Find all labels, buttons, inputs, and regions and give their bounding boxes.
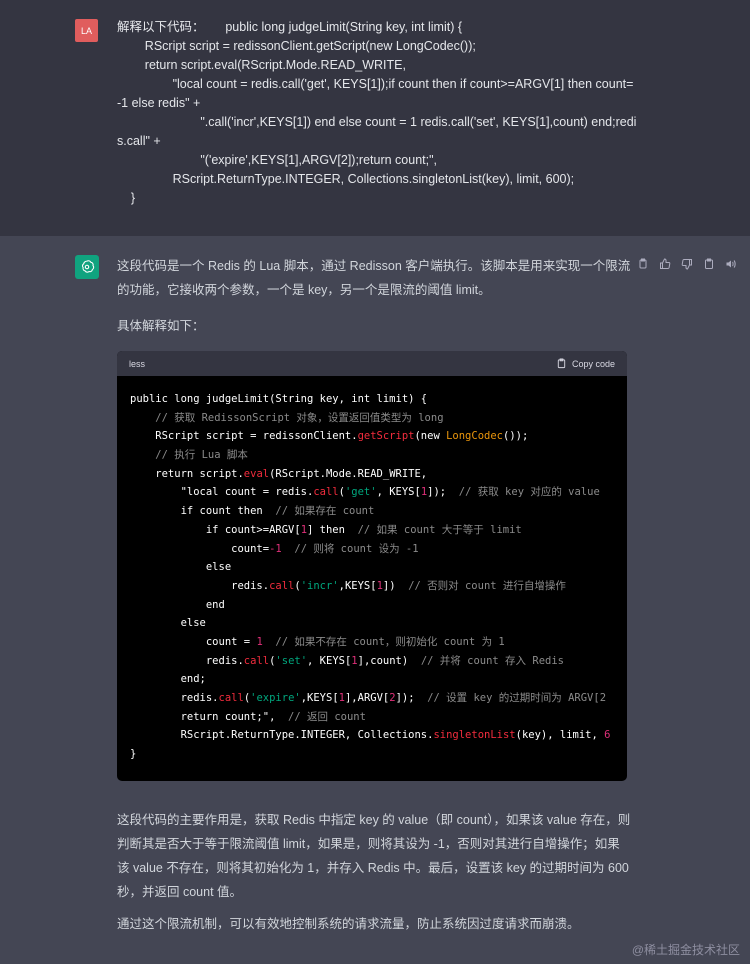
watermark: @稀土掘金技术社区 <box>631 943 740 957</box>
thumbs-down-icon[interactable] <box>679 256 694 271</box>
copy-code-label: Copy code <box>571 358 615 369</box>
response-detail-heading: 具体解释如下： <box>117 319 205 333</box>
thumbs-up-icon[interactable] <box>657 256 672 271</box>
code-line: redis.call('incr',KEYS[1]) // 否则对 count … <box>130 579 566 592</box>
assistant-message: 这段代码是一个 Redis 的 Lua 脚本，通过 Redisson 客户端执行… <box>0 236 750 964</box>
response-conclusion: 通过这个限流机制，可以有效地控制系统的请求流量，防止系统因过度请求而崩溃。 <box>117 917 580 931</box>
user-avatar-initials: LA <box>80 25 92 36</box>
code-block: less Copy code public long judgeLimit(St… <box>117 351 627 781</box>
code-line: public long judgeLimit(String key, int l… <box>130 393 428 405</box>
code-line: return script.eval(RScript.Mode.READ_WRI… <box>130 467 428 480</box>
chatgpt-logo-icon <box>75 255 99 279</box>
code-line: return count;", // 返回 count <box>130 710 366 723</box>
code-line: // 获取 RedissonScript 对象，设置返回值类型为 long <box>155 411 444 424</box>
code-line: "local count = redis.call('get', KEYS[1]… <box>130 486 600 499</box>
clipboard-icon[interactable] <box>701 256 716 271</box>
copy-code-button[interactable]: Copy code <box>556 358 615 369</box>
code-language-label: less <box>129 358 146 369</box>
user-avatar: LA <box>75 19 98 42</box>
code-line: else <box>130 561 232 574</box>
code-line: if count>=ARGV[1] then // 如果 count 大于等于 … <box>130 523 522 536</box>
code-line: } <box>130 748 137 761</box>
code-content: public long judgeLimit(String key, int l… <box>117 376 627 764</box>
user-message: LA 解释以下代码： public long judgeLimit(String… <box>0 0 750 237</box>
message-actions <box>635 256 738 271</box>
response-summary: 这段代码的主要作用是，获取 Redis 中指定 key 的 value（即 co… <box>117 813 631 899</box>
code-line: end; <box>130 673 206 686</box>
code-line: end <box>130 598 225 611</box>
code-line: if count then // 如果存在 count <box>130 505 375 518</box>
code-line: else <box>130 617 206 630</box>
code-line: RScript script = redissonClient.getScrip… <box>130 430 529 443</box>
code-line: redis.call('set', KEYS[1],count) // 并将 c… <box>130 654 564 667</box>
code-line: redis.call('expire',KEYS[1],ARGV[2]); //… <box>130 692 607 704</box>
code-line: count = 1 // 如果不存在 count，则初始化 count 为 1 <box>130 635 505 648</box>
code-line: RScript.ReturnType.INTEGER, Collections.… <box>130 729 611 742</box>
code-line: count=-1 // 则将 count 设为 -1 <box>130 542 419 555</box>
speaker-icon[interactable] <box>723 256 738 271</box>
user-message-text: 解释以下代码： public long judgeLimit(String ke… <box>117 20 637 205</box>
clipboard-icon <box>557 358 566 369</box>
code-line: // 执行 Lua 脚本 <box>155 449 248 462</box>
code-block-header: less Copy code <box>117 351 627 376</box>
response-intro: 这段代码是一个 Redis 的 Lua 脚本，通过 Redisson 客户端执行… <box>117 259 631 297</box>
copy-icon[interactable] <box>635 256 650 271</box>
